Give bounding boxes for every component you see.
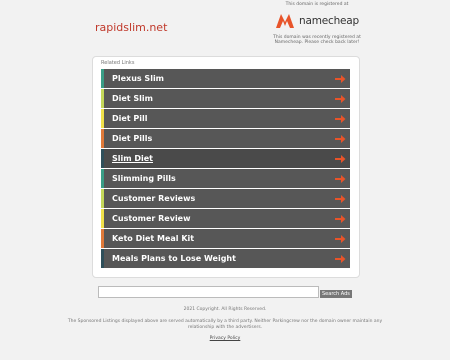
domain-name: rapidslim.net (95, 21, 168, 34)
namecheap-icon (276, 14, 295, 28)
registrar-name: namecheap (299, 14, 359, 27)
related-link[interactable]: Keto Diet Meal Kit (101, 229, 350, 248)
arrow-right-icon (335, 94, 346, 103)
disclaimer-text: The Sponsored Listings displayed above a… (67, 319, 383, 330)
related-link[interactable]: Diet Pills (101, 129, 350, 148)
registrar-block: This domain is registered at namecheap T… (262, 2, 372, 45)
arrow-right-icon (335, 214, 346, 223)
related-link-label: Slimming Pills (112, 174, 176, 183)
related-link-label: Meals Plans to Lose Weight (112, 254, 236, 263)
namecheap-logo[interactable]: namecheap (262, 10, 372, 32)
related-link[interactable]: Meals Plans to Lose Weight (101, 249, 350, 268)
arrow-right-icon (335, 154, 346, 163)
registrar-note: This domain was recently registered at N… (273, 35, 361, 45)
arrow-right-icon (335, 254, 346, 263)
arrow-right-icon (335, 114, 346, 123)
related-link[interactable]: Plexus Slim (101, 69, 350, 88)
related-link[interactable]: Customer Reviews (101, 189, 350, 208)
copyright-text: 2021 Copyright. All Rights Reserved. (183, 307, 267, 312)
related-link-label: Diet Pills (112, 134, 153, 143)
arrow-right-icon (335, 194, 346, 203)
related-links-list: Plexus Slim Diet Slim Diet Pill Diet Pills S… (101, 69, 350, 269)
related-links-panel: Related Links Plexus Slim Diet Slim Diet P… (92, 56, 360, 278)
related-links-title: Related Links (101, 60, 135, 66)
registrar-intro: This domain is registered at (285, 2, 349, 7)
related-link[interactable]: Customer Review (101, 209, 350, 228)
related-link[interactable]: Diet Slim (101, 89, 350, 108)
privacy-policy-link[interactable]: Privacy Policy (0, 336, 450, 341)
related-link-label: Customer Reviews (112, 194, 196, 203)
search-ads-button[interactable]: Search Ads (320, 290, 352, 298)
arrow-right-icon (335, 134, 346, 143)
related-link-label: Keto Diet Meal Kit (112, 234, 195, 243)
related-link[interactable]: Slim Diet (101, 149, 350, 168)
arrow-right-icon (335, 174, 346, 183)
arrow-right-icon (335, 74, 346, 83)
related-link-label: Slim Diet (112, 154, 153, 163)
related-link-label: Diet Pill (112, 114, 148, 123)
arrow-right-icon (335, 234, 346, 243)
search-input[interactable] (98, 286, 319, 298)
related-link-label: Diet Slim (112, 94, 153, 103)
related-link[interactable]: Slimming Pills (101, 169, 350, 188)
related-link-label: Plexus Slim (112, 74, 165, 83)
search-row: Search Ads (98, 286, 352, 298)
related-link-label: Customer Review (112, 214, 191, 223)
related-link[interactable]: Diet Pill (101, 109, 350, 128)
